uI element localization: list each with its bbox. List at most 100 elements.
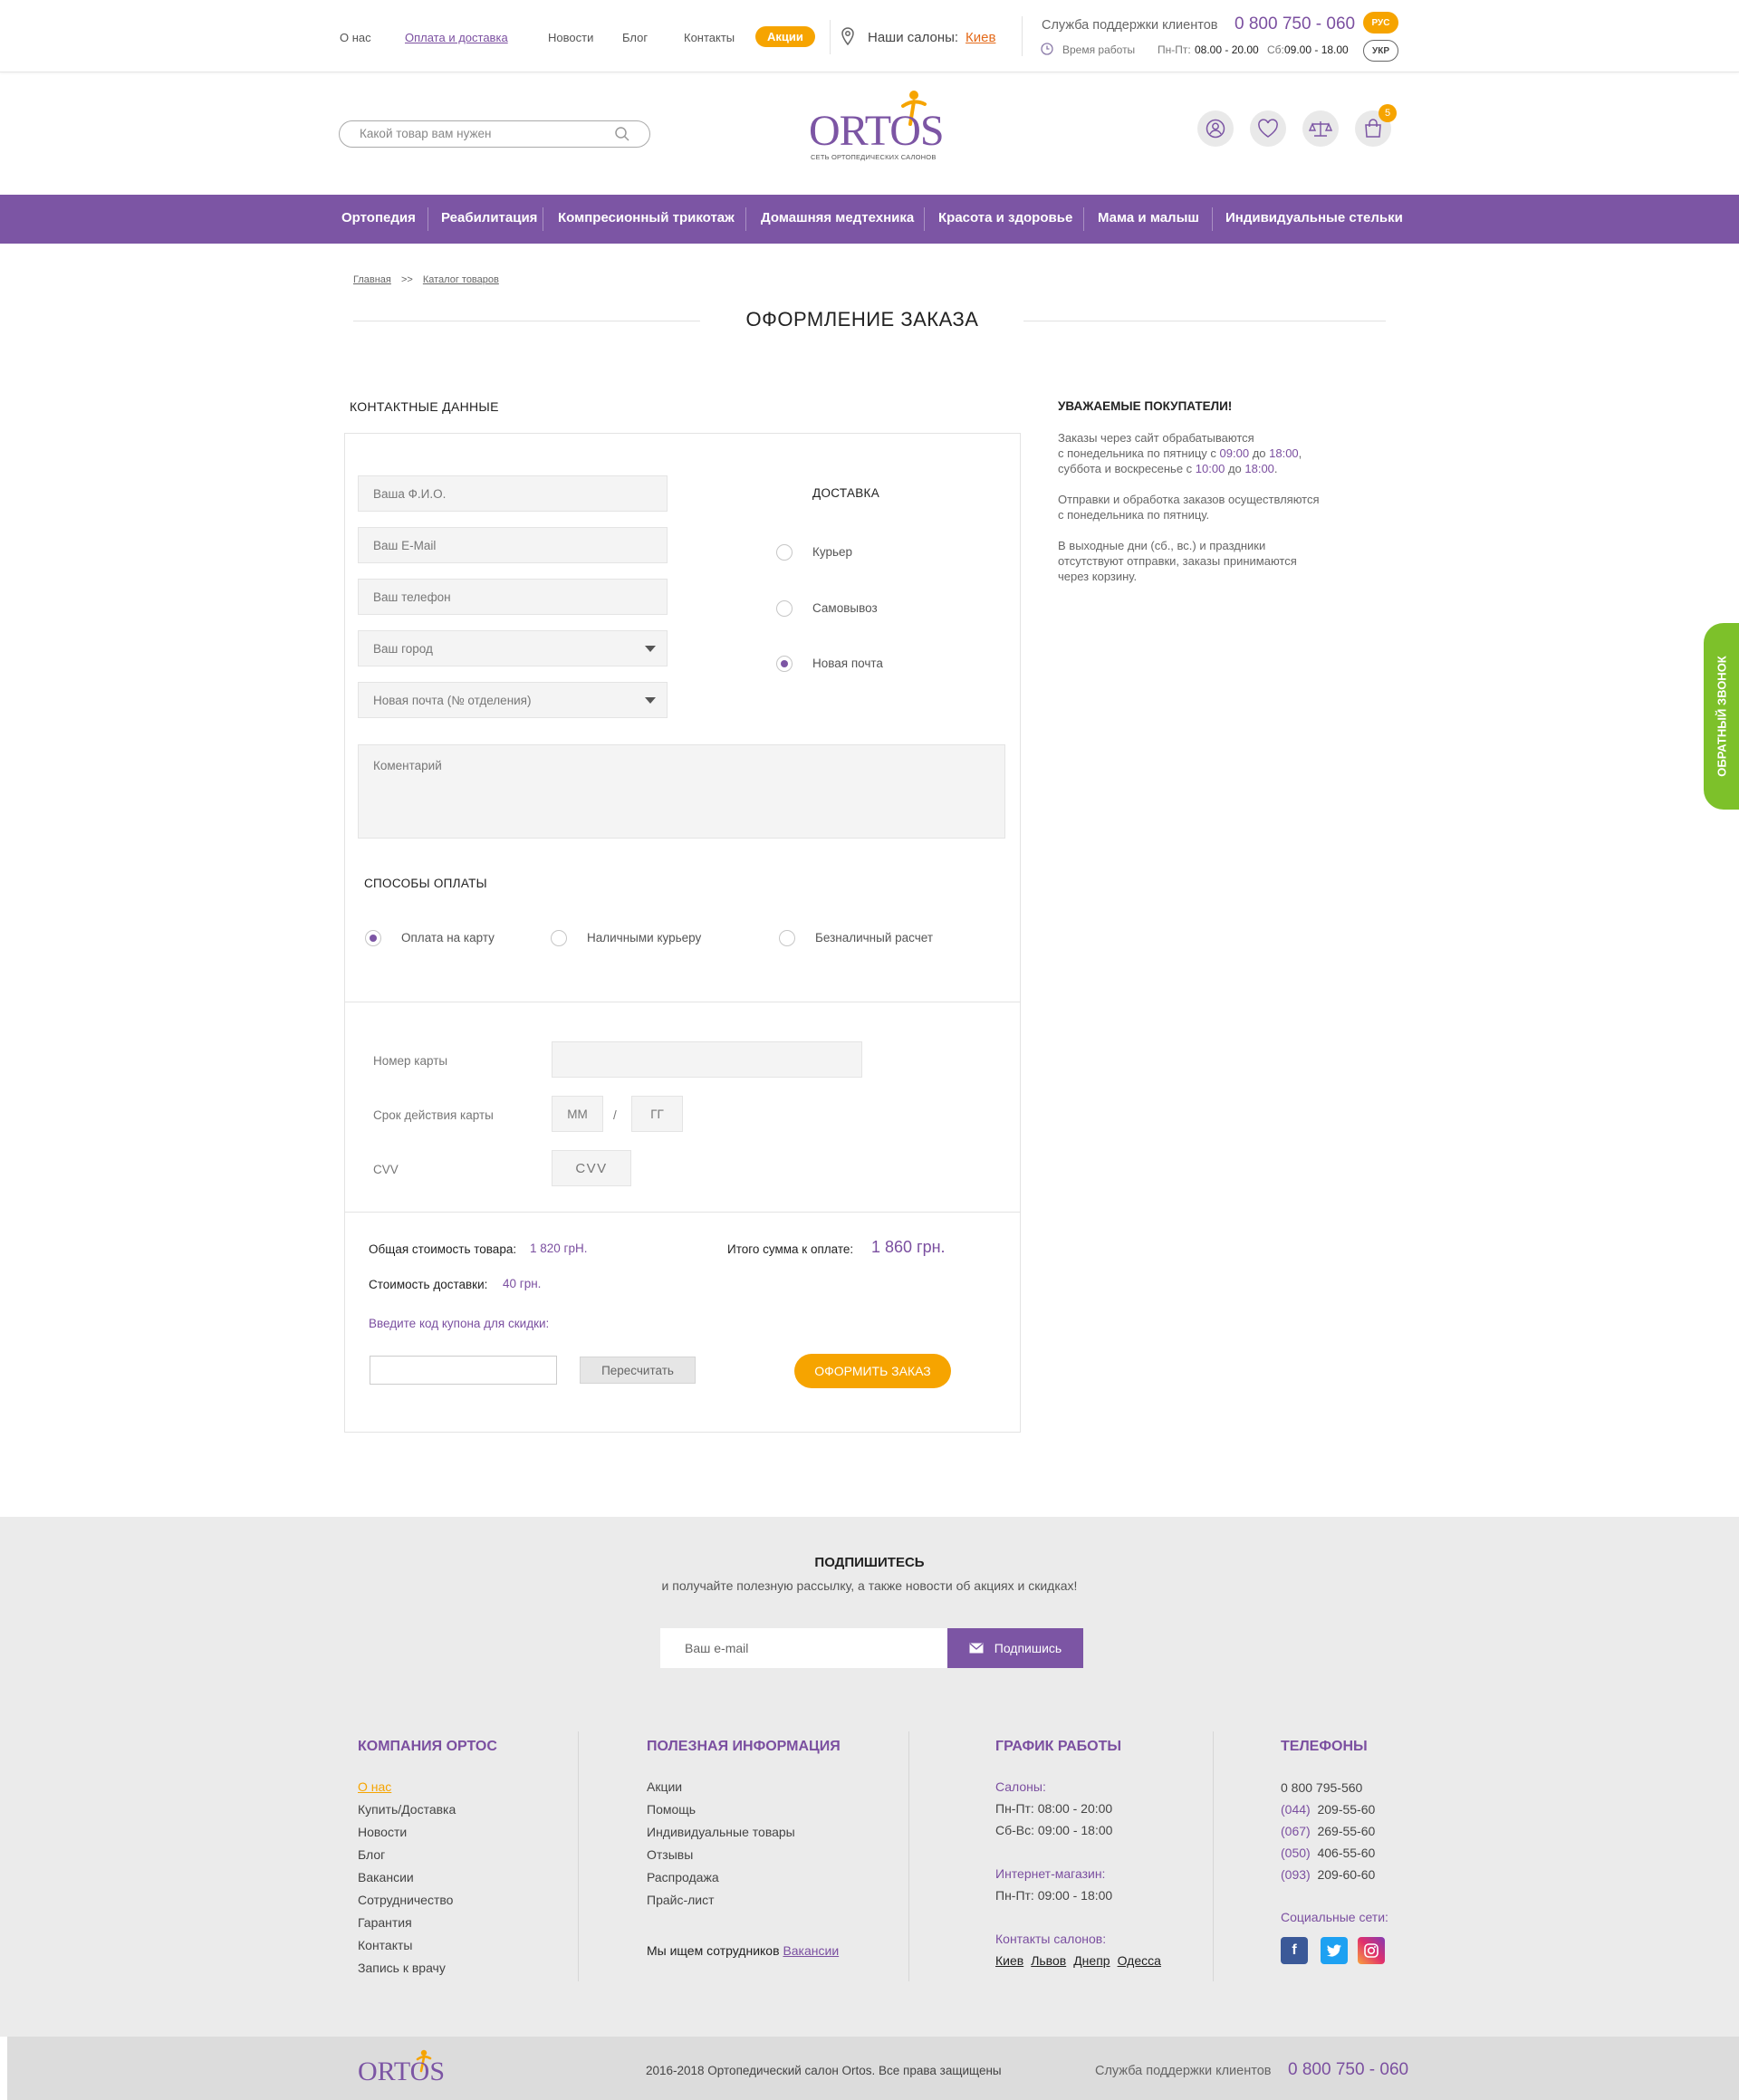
breadcrumb: Главная >> Каталог товаров <box>353 274 499 285</box>
city-select[interactable]: Ваш город <box>358 630 668 666</box>
account-button[interactable] <box>1197 110 1234 147</box>
instagram-icon[interactable] <box>1358 1937 1385 1964</box>
footer-link-vacancies[interactable]: Вакансии <box>358 1870 414 1884</box>
footer-support-phone[interactable]: 0 800 750 - 060 <box>1288 2060 1408 2080</box>
footer-jobs-text: Мы ищем сотрудников <box>647 1943 780 1958</box>
city-link-dnipro[interactable]: Днепр <box>1073 1953 1110 1968</box>
city-link-lviv[interactable]: Львов <box>1031 1953 1066 1968</box>
expiry-separator: / <box>613 1108 617 1122</box>
phone-field[interactable]: Ваш телефон <box>358 579 668 615</box>
radio-button[interactable] <box>779 930 795 946</box>
compare-button[interactable] <box>1302 110 1339 147</box>
nav-item-orthopedics[interactable]: Ортопедия <box>341 210 416 225</box>
footer <box>0 1517 1739 2037</box>
topbar-link-blog[interactable]: Блог <box>622 31 648 44</box>
phone-093[interactable]: (093) 209-60-60 <box>1281 1864 1375 1885</box>
topbar-link-news[interactable]: Новости <box>548 31 593 44</box>
search-icon[interactable] <box>614 126 630 145</box>
footer-link-about[interactable]: О нас <box>358 1779 391 1794</box>
nav-item-beauty[interactable]: Красота и здоровье <box>938 210 1072 225</box>
delivery-label-pickup: Самовывоз <box>812 601 878 615</box>
divider <box>345 1212 1020 1213</box>
footer-logo[interactable]: ORTOS <box>358 2047 448 2089</box>
place-order-button[interactable]: ОФОРМИТЬ ЗАКАЗ <box>794 1354 951 1388</box>
phone-placeholder: Ваш телефон <box>373 590 451 604</box>
schedule-salons-weekdays: Пн-Пт: 08:00 - 20:00 <box>995 1801 1113 1816</box>
nav-item-compression[interactable]: Компресионный трикотаж <box>558 210 735 225</box>
footer-link-help[interactable]: Помощь <box>647 1802 696 1817</box>
nav-item-home-medtech[interactable]: Домашняя медтехника <box>761 210 914 225</box>
footer-link-blog[interactable]: Блог <box>358 1847 385 1862</box>
weekdays-label: Пн-Пт: <box>1158 43 1191 56</box>
radio-button[interactable] <box>551 930 567 946</box>
phone-044[interactable]: (044) 209-55-60 <box>1281 1798 1375 1820</box>
city-link-kyiv[interactable]: Киев <box>995 1953 1023 1968</box>
phone-067[interactable]: (067) 269-55-60 <box>1281 1820 1375 1842</box>
email-field[interactable]: Ваш E-Mail <box>358 527 668 563</box>
footer-link-cooperation[interactable]: Сотрудничество <box>358 1893 453 1907</box>
lang-ua-button[interactable]: УКР <box>1363 40 1398 62</box>
lang-ru-button[interactable]: РУС <box>1363 12 1398 34</box>
nav-item-mother-baby[interactable]: Мама и малыш <box>1098 210 1199 225</box>
topbar-link-payment[interactable]: Оплата и доставка <box>405 31 508 44</box>
copyright: 2016-2018 Ортопедический салон Ortos. Вс… <box>646 2064 1002 2077</box>
nav-divider <box>1212 207 1213 231</box>
radio-button[interactable] <box>776 600 793 617</box>
twitter-icon[interactable] <box>1321 1937 1348 1964</box>
subscribe-email-placeholder: Ваш e-mail <box>685 1641 749 1655</box>
footer-link-delivery[interactable]: Купить/Доставка <box>358 1802 456 1817</box>
subscribe-email-input[interactable]: Ваш e-mail <box>660 1628 948 1668</box>
logo[interactable]: ORTOS СЕТЬ ОРТОПЕДИЧЕСКИХ САЛОНОВ <box>809 86 954 168</box>
name-field[interactable]: Ваша Ф.И.О. <box>358 475 668 512</box>
nav-item-insoles[interactable]: Индивидуальные стельки <box>1225 210 1403 225</box>
branch-select[interactable]: Новая почта (№ отделения) <box>358 682 668 718</box>
envelope-icon <box>969 1643 984 1654</box>
nav-item-rehabilitation[interactable]: Реабилитация <box>441 210 537 225</box>
footer-link-reviews[interactable]: Отзывы <box>647 1847 693 1862</box>
clock-icon <box>1041 43 1053 58</box>
footer-link-custom-goods[interactable]: Индивидуальные товары <box>647 1825 795 1839</box>
footer-link-sale[interactable]: Распродажа <box>647 1870 719 1884</box>
topbar-link-contacts[interactable]: Контакты <box>684 31 735 44</box>
card-number-field[interactable] <box>552 1041 862 1078</box>
radio-button-selected[interactable] <box>776 656 793 672</box>
promo-button[interactable]: Акции <box>755 26 815 47</box>
radio-button-selected[interactable] <box>365 930 381 946</box>
breadcrumb-home[interactable]: Главная <box>353 274 391 285</box>
footer-link-contacts[interactable]: Контакты <box>358 1938 412 1952</box>
logo-subtitle: СЕТЬ ОРТОПЕДИЧЕСКИХ САЛОНОВ <box>811 153 937 161</box>
breadcrumb-current[interactable]: Каталог товаров <box>423 274 499 285</box>
coupon-input[interactable] <box>370 1356 557 1385</box>
callback-tab[interactable]: ОБРАТНЫЙ ЗВОНОК <box>1704 623 1739 810</box>
support-phone[interactable]: 0 800 750 - 060 <box>1235 14 1355 34</box>
footer-link-pricelist[interactable]: Прайс-лист <box>647 1893 715 1907</box>
goods-total-label: Общая стоимость товара: <box>369 1242 517 1256</box>
city-select-link[interactable]: Киев <box>966 30 995 45</box>
salon-contacts-label: Контакты салонов: <box>995 1932 1107 1946</box>
comment-textarea[interactable]: Коментарий <box>358 744 1005 839</box>
footer-phones-heading: ТЕЛЕФОНЫ <box>1281 1739 1368 1754</box>
footer-link-doctor[interactable]: Запись к врачу <box>358 1961 446 1975</box>
phone-050[interactable]: (050) 406-55-60 <box>1281 1842 1375 1864</box>
topbar-link-about[interactable]: О нас <box>340 31 371 44</box>
radio-button[interactable] <box>776 544 793 561</box>
recalculate-button[interactable]: Пересчитать <box>580 1357 696 1384</box>
facebook-icon[interactable]: f <box>1281 1937 1308 1964</box>
wishlist-button[interactable] <box>1250 110 1286 147</box>
cvv-field[interactable]: CVV <box>552 1150 631 1186</box>
city-link-odesa[interactable]: Одесса <box>1118 1953 1161 1968</box>
page-title: ОФОРМЛЕНИЕ ЗАКАЗА <box>745 308 979 331</box>
phone-main[interactable]: 0 800 795-560 <box>1281 1777 1375 1798</box>
footer-link-warranty[interactable]: Гарантия <box>358 1915 412 1930</box>
footer-link-promos[interactable]: Акции <box>647 1779 682 1794</box>
schedule-salons-label: Салоны: <box>995 1779 1046 1794</box>
expiry-month-field[interactable]: ММ <box>552 1096 603 1132</box>
email-placeholder: Ваш E-Mail <box>373 538 437 552</box>
expiry-year-field[interactable]: ГГ <box>631 1096 683 1132</box>
footer-link-news[interactable]: Новости <box>358 1825 407 1839</box>
footer-jobs-link[interactable]: Вакансии <box>783 1943 839 1958</box>
branch-placeholder: Новая почта (№ отделения) <box>373 693 532 707</box>
user-icon <box>1206 119 1225 139</box>
search-input[interactable]: Какой товар вам нужен <box>339 120 650 148</box>
subscribe-button[interactable]: Подпишись <box>947 1628 1083 1668</box>
